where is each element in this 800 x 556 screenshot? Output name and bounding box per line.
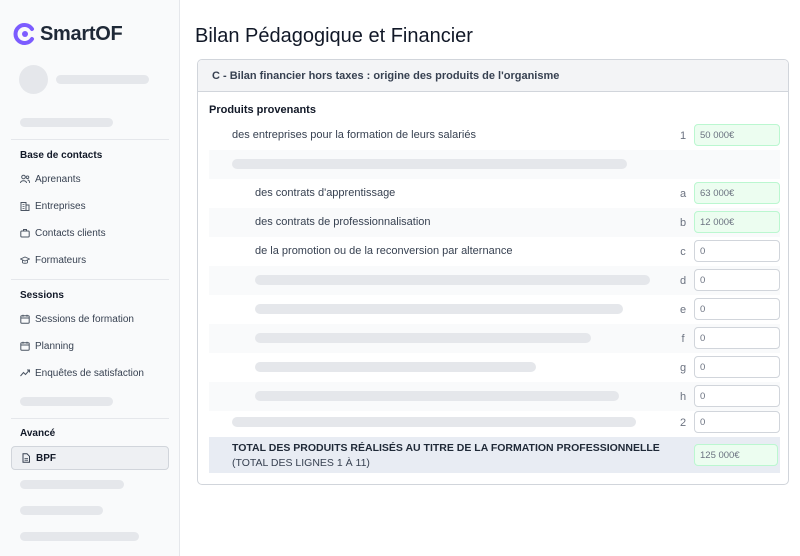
- table-row: [209, 150, 780, 179]
- total-sublabel: (TOTAL DES LIGNES 1 À 11): [232, 457, 370, 469]
- sidebar-item-label: Sessions de formation: [35, 313, 134, 325]
- sidebar-item-formateurs[interactable]: Formateurs: [20, 252, 86, 268]
- amount-field[interactable]: [694, 356, 780, 378]
- amount-field[interactable]: [694, 182, 780, 204]
- sidebar: SmartOF Base de contacts Aprenants Entre…: [0, 0, 180, 556]
- row-code: g: [679, 362, 687, 374]
- app-name: SmartOF: [40, 22, 123, 45]
- row-code: b: [679, 217, 687, 229]
- menu-placeholder: [20, 118, 113, 127]
- sidebar-item-aprenants[interactable]: Aprenants: [20, 171, 81, 187]
- row-code: d: [679, 275, 687, 287]
- user-name-placeholder: [56, 75, 149, 84]
- sidebar-item-label: Planning: [35, 340, 74, 352]
- divider: [11, 279, 169, 280]
- row-label-placeholder: [232, 159, 627, 169]
- table-row: des contrats d'apprentissage a: [209, 179, 780, 208]
- sidebar-item-label: Enquêtes de satisfaction: [35, 367, 144, 379]
- row-label-placeholder: [232, 417, 636, 427]
- page-title: Bilan Pédagogique et Financier: [195, 25, 473, 47]
- sidebar-item-label: Entreprises: [35, 200, 86, 212]
- row-label: des entreprises pour la formation de leu…: [232, 129, 476, 141]
- panel-subtitle: Produits provenants: [209, 104, 316, 116]
- row-label: des contrats de professionnalisation: [255, 216, 431, 228]
- bpf-panel: C - Bilan financier hors taxes : origine…: [197, 59, 789, 485]
- row-code: 1: [679, 130, 687, 142]
- avatar[interactable]: [19, 65, 48, 94]
- row-label: de la promotion ou de la reconversion pa…: [255, 245, 513, 257]
- amount-field[interactable]: [694, 240, 780, 262]
- table-row: e: [209, 295, 780, 324]
- sidebar-item-bpf[interactable]: BPF: [11, 446, 169, 470]
- sidebar-item-contacts-clients[interactable]: Contacts clients: [20, 225, 106, 241]
- menu-placeholder: [20, 480, 124, 489]
- divider: [11, 418, 169, 419]
- building-icon: [20, 202, 30, 211]
- sidebar-item-entreprises[interactable]: Entreprises: [20, 198, 86, 214]
- row-label-placeholder: [255, 304, 623, 314]
- calendar-icon: [20, 314, 30, 324]
- panel-header: C - Bilan financier hors taxes : origine…: [198, 60, 788, 92]
- amount-field[interactable]: [694, 385, 780, 407]
- sidebar-item-label: BPF: [36, 452, 56, 464]
- row-label-placeholder: [255, 333, 591, 343]
- menu-placeholder: [20, 532, 139, 541]
- briefcase-icon: [20, 229, 30, 238]
- row-label-placeholder: [255, 275, 650, 285]
- section-title-contacts: Base de contacts: [20, 150, 103, 161]
- table-row: f: [209, 324, 780, 353]
- row-label: des contrats d'apprentissage: [255, 187, 396, 199]
- row-code: h: [679, 391, 687, 403]
- total-row: TOTAL DES PRODUITS RÉALISÉS AU TITRE DE …: [209, 437, 780, 473]
- sidebar-item-sessions-de-formation[interactable]: Sessions de formation: [20, 311, 134, 327]
- trending-icon: [20, 369, 30, 377]
- amount-field[interactable]: [694, 327, 780, 349]
- row-code: f: [681, 333, 685, 345]
- sidebar-item-label: Formateurs: [35, 254, 87, 266]
- amount-field[interactable]: [694, 211, 780, 233]
- menu-placeholder: [20, 397, 113, 406]
- graduation-cap-icon: [20, 256, 30, 264]
- row-code: 2: [679, 417, 687, 429]
- table-row: 2: [209, 408, 780, 437]
- divider: [11, 139, 169, 140]
- row-code: a: [679, 188, 687, 200]
- amount-field[interactable]: [694, 298, 780, 320]
- row-code: e: [679, 304, 687, 316]
- users-icon: [20, 174, 30, 184]
- table-row: d: [209, 266, 780, 295]
- total-label: TOTAL DES PRODUITS RÉALISÉS AU TITRE DE …: [232, 442, 660, 454]
- row-code: c: [680, 246, 686, 258]
- amount-field[interactable]: [694, 411, 780, 433]
- table-row: g: [209, 353, 780, 382]
- sidebar-item-label: Contacts clients: [35, 227, 106, 239]
- row-label-placeholder: [255, 362, 536, 372]
- table-row: h: [209, 382, 780, 411]
- section-title-sessions: Sessions: [20, 290, 64, 301]
- smartof-logo-icon: [13, 23, 34, 45]
- table-row: des entreprises pour la formation de leu…: [209, 121, 780, 150]
- document-icon: [22, 453, 30, 463]
- amount-field[interactable]: [694, 269, 780, 291]
- sidebar-item-enquetes-de-satisfaction[interactable]: Enquêtes de satisfaction: [20, 365, 144, 381]
- calendar-icon: [20, 341, 30, 351]
- row-label-placeholder: [255, 391, 619, 401]
- total-amount-field[interactable]: [694, 444, 778, 466]
- table-row: de la promotion ou de la reconversion pa…: [209, 237, 780, 266]
- table-row: des contrats de professionnalisation b: [209, 208, 780, 237]
- section-title-avance: Avancé: [20, 428, 56, 439]
- amount-field[interactable]: [694, 124, 780, 146]
- sidebar-item-planning[interactable]: Planning: [20, 338, 74, 354]
- sidebar-item-label: Aprenants: [35, 173, 81, 185]
- menu-placeholder: [20, 506, 103, 515]
- logo[interactable]: SmartOF: [12, 22, 123, 46]
